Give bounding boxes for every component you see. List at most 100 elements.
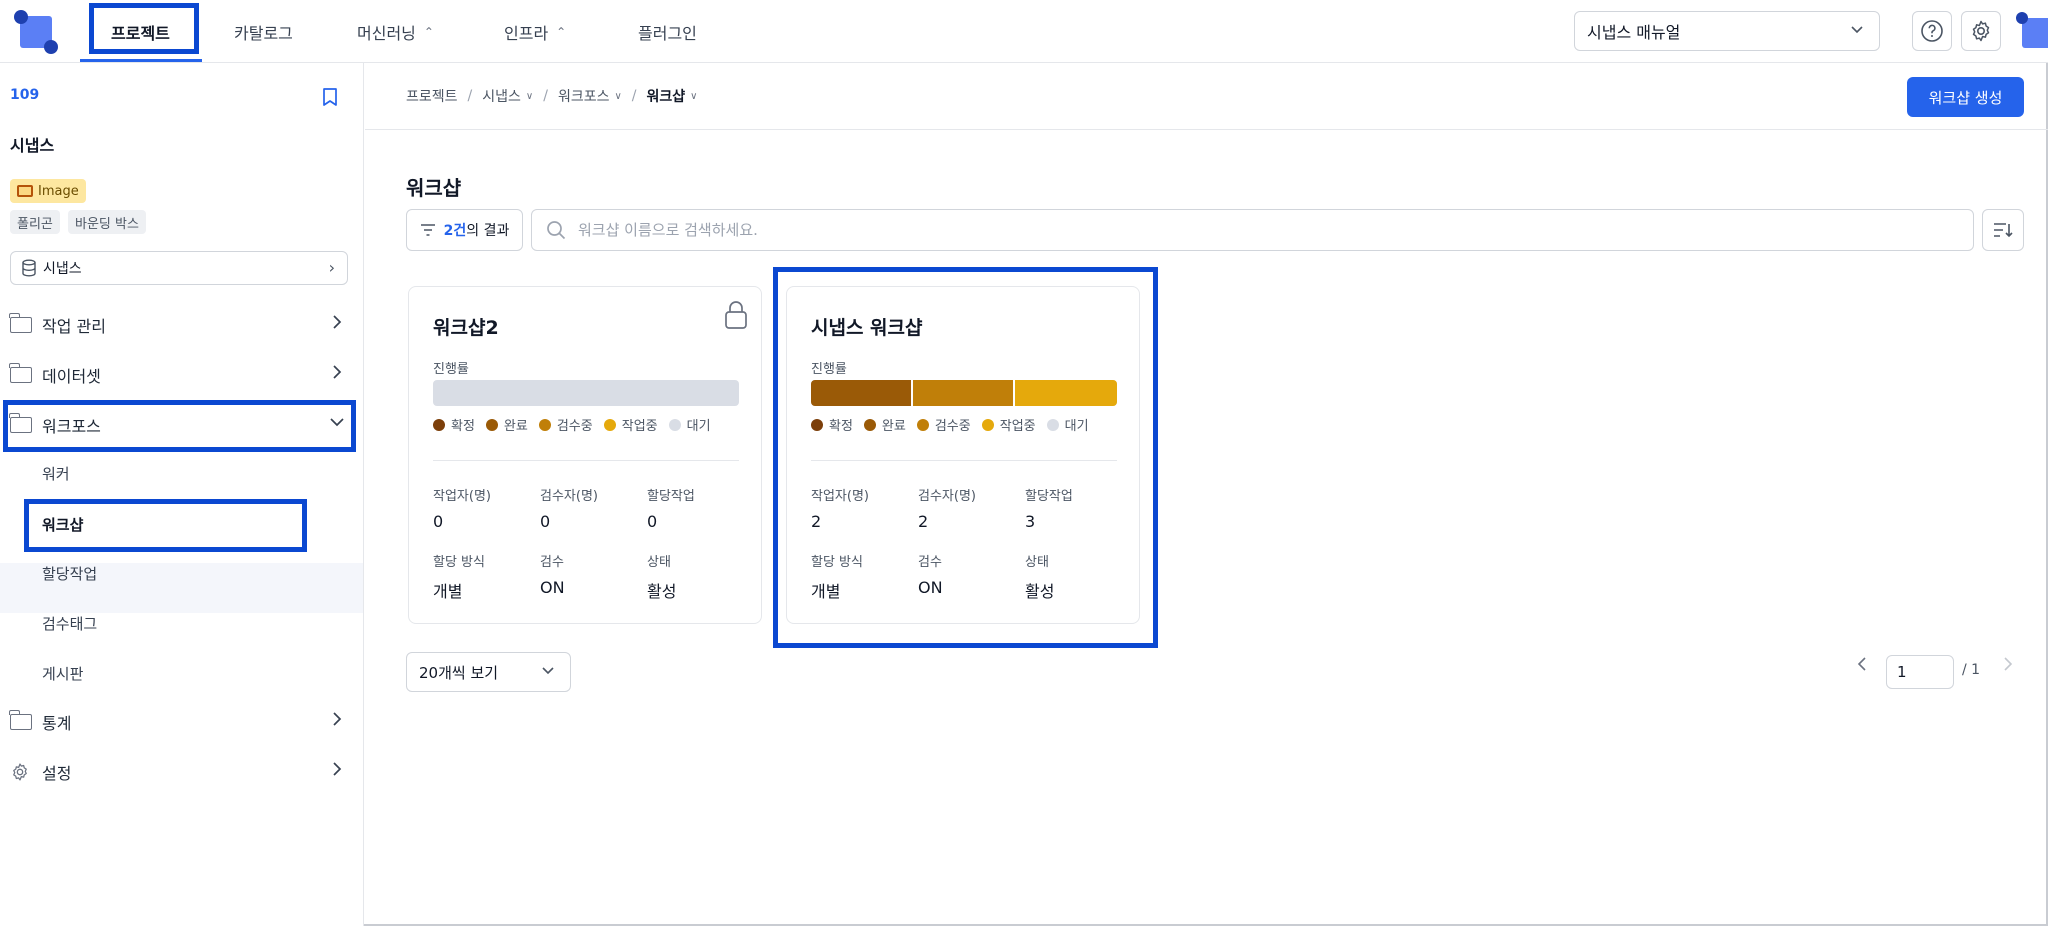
workshop-title: 시냅스 워크샵 — [811, 317, 923, 339]
progress-label: 진행률 — [811, 362, 847, 377]
filter-button[interactable]: 2건 의 결과 — [406, 209, 523, 251]
chevron-right-icon: › — [328, 258, 335, 277]
nav-machine-learning[interactable]: 머신러닝 ⌃ — [357, 0, 434, 63]
search-icon — [547, 221, 566, 240]
settings-button[interactable] — [1961, 11, 2001, 51]
stat-value: ON — [918, 578, 943, 597]
chevron-down-icon[interactable]: ∨ — [614, 91, 621, 102]
lock-icon — [723, 299, 749, 335]
page-number-input[interactable] — [1886, 655, 1954, 689]
stat-label: 작업자(명) — [811, 489, 869, 504]
breadcrumb-item[interactable]: 프로젝트 — [406, 86, 458, 106]
breadcrumb-item-current[interactable]: 워크샵 — [647, 86, 686, 106]
page-size-select[interactable]: 20개씩 보기 — [406, 652, 571, 692]
chevron-down-icon[interactable]: ∨ — [526, 91, 533, 102]
dataset-selector[interactable]: 시냅스 › — [10, 251, 348, 285]
project-select[interactable]: 시냅스 매뉴얼 — [1574, 11, 1880, 51]
create-workshop-button[interactable]: 워크샵 생성 — [1907, 77, 2024, 117]
search-box — [531, 209, 1974, 251]
legend-dot-icon — [603, 418, 616, 431]
sort-icon — [1994, 223, 2013, 238]
legend-dot-icon — [863, 418, 876, 431]
chevron-right-icon — [328, 760, 346, 783]
sort-button[interactable] — [1982, 209, 2024, 251]
legend-label: 대기 — [1064, 419, 1089, 434]
stat-value: 0 — [433, 512, 444, 531]
stat-label: 검수자(명) — [918, 489, 976, 504]
stat-label: 할당작업 — [647, 489, 695, 504]
nav-plugin-label: 플러그인 — [638, 23, 697, 43]
nav-infra[interactable]: 인프라 ⌃ — [504, 0, 566, 63]
result-suffix: 의 결과 — [466, 223, 510, 239]
stat-label: 상태 — [647, 555, 671, 570]
workshop-card[interactable]: 워크샵2 진행률 확정 완료 검수중 작업중 대기 작업자(명) 검수자(명) 할당작업… — [408, 286, 762, 624]
gear-icon — [1972, 20, 1990, 42]
breadcrumb-item[interactable]: 워크포스 — [558, 86, 610, 106]
legend-dot-icon — [538, 418, 551, 431]
project-select-value: 시냅스 매뉴얼 — [1587, 23, 1681, 42]
nav-infra-label: 인프라 — [504, 23, 549, 43]
breadcrumb-separator: / — [543, 88, 548, 104]
nav-plugin[interactable]: 플러그인 — [638, 0, 697, 63]
sidebar-item-settings[interactable]: 설정 — [10, 754, 354, 790]
help-icon — [1921, 20, 1943, 42]
stat-label: 검수자(명) — [540, 489, 598, 504]
sidebar-item-assignment[interactable]: 할당작업 — [42, 563, 97, 584]
sidebar-item-review-tag[interactable]: 검수태그 — [42, 613, 97, 634]
app-logo[interactable] — [14, 10, 58, 54]
nav-catalog-label: 카탈로그 — [234, 23, 293, 43]
result-count: 2건 — [443, 223, 467, 239]
sidebar-item-task-management[interactable]: 작업 관리 — [9, 307, 354, 343]
sidebar-item-dataset[interactable]: 데이터셋 — [9, 357, 354, 393]
legend-label: 검수중 — [556, 419, 593, 434]
nav-catalog[interactable]: 카탈로그 — [234, 0, 293, 63]
divider — [365, 129, 2048, 130]
prev-page-button[interactable] — [1856, 656, 1870, 676]
legend-dot-icon — [916, 418, 929, 431]
stat-value: 3 — [1025, 512, 1036, 531]
sidebar-item-statistics[interactable]: 통계 — [9, 704, 354, 740]
top-header: 프로젝트 카탈로그 머신러닝 ⌃ 인프라 ⌃ 플러그인 시냅스 매뉴얼 — [0, 0, 2048, 63]
sidebar-item-worker[interactable]: 워커 — [42, 463, 70, 484]
data-type-tag: Image — [10, 179, 86, 203]
legend-label: 완료 — [881, 419, 906, 434]
sidebar-item-label: 작업 관리 — [42, 317, 106, 336]
folder-icon — [9, 710, 32, 730]
sidebar: 109 시냅스 Image 폴리곤 바운딩 박스 시냅스 › 작업 관리 데이터… — [0, 63, 364, 926]
dataset-name: 시냅스 — [43, 261, 82, 277]
legend-label: 확정 — [829, 419, 853, 434]
breadcrumb-item[interactable]: 시냅스 — [482, 86, 521, 106]
sidebar-item-workforce[interactable]: 워크포스 — [9, 407, 354, 443]
progress-bar — [811, 380, 1117, 406]
gear-icon — [13, 763, 27, 781]
project-name: 시냅스 — [10, 136, 55, 155]
nav-project[interactable]: 프로젝트 — [111, 0, 170, 63]
folder-icon — [9, 363, 32, 383]
page-total: / 1 — [1962, 662, 1981, 678]
stat-value: 활성 — [1025, 582, 1055, 601]
next-page-button[interactable] — [2000, 656, 2014, 676]
bookmark-icon — [323, 88, 337, 106]
chevron-left-icon — [1857, 657, 1866, 671]
chevron-down-icon — [540, 662, 556, 682]
sidebar-item-board[interactable]: 게시판 — [42, 663, 83, 684]
help-button[interactable] — [1912, 11, 1952, 51]
chevron-down-icon[interactable]: ∨ — [690, 91, 697, 102]
chevron-right-icon — [2004, 657, 2013, 671]
stat-value: 개별 — [811, 582, 841, 601]
divider — [433, 460, 739, 461]
chevron-right-icon — [328, 313, 346, 336]
legend-label: 검수중 — [934, 419, 971, 434]
sidebar-item-workshop[interactable]: 워크샵 — [42, 514, 83, 535]
folder-icon — [9, 413, 32, 433]
page-title: 워크샵 — [406, 176, 462, 200]
progress-segment — [811, 380, 913, 406]
search-input[interactable] — [578, 221, 1958, 239]
bookmark-button[interactable] — [321, 87, 339, 111]
workshop-card[interactable]: 시냅스 워크샵 진행률 확정 완료 검수중 작업중 대기 작업자(명) 검수자(명) 할… — [786, 286, 1140, 624]
legend-item: 대기 — [668, 415, 711, 434]
chevron-down-icon — [1849, 21, 1865, 41]
legend-dot-icon — [433, 418, 445, 431]
sidebar-item-label: 통계 — [42, 714, 72, 733]
avatar[interactable] — [2016, 12, 2048, 50]
